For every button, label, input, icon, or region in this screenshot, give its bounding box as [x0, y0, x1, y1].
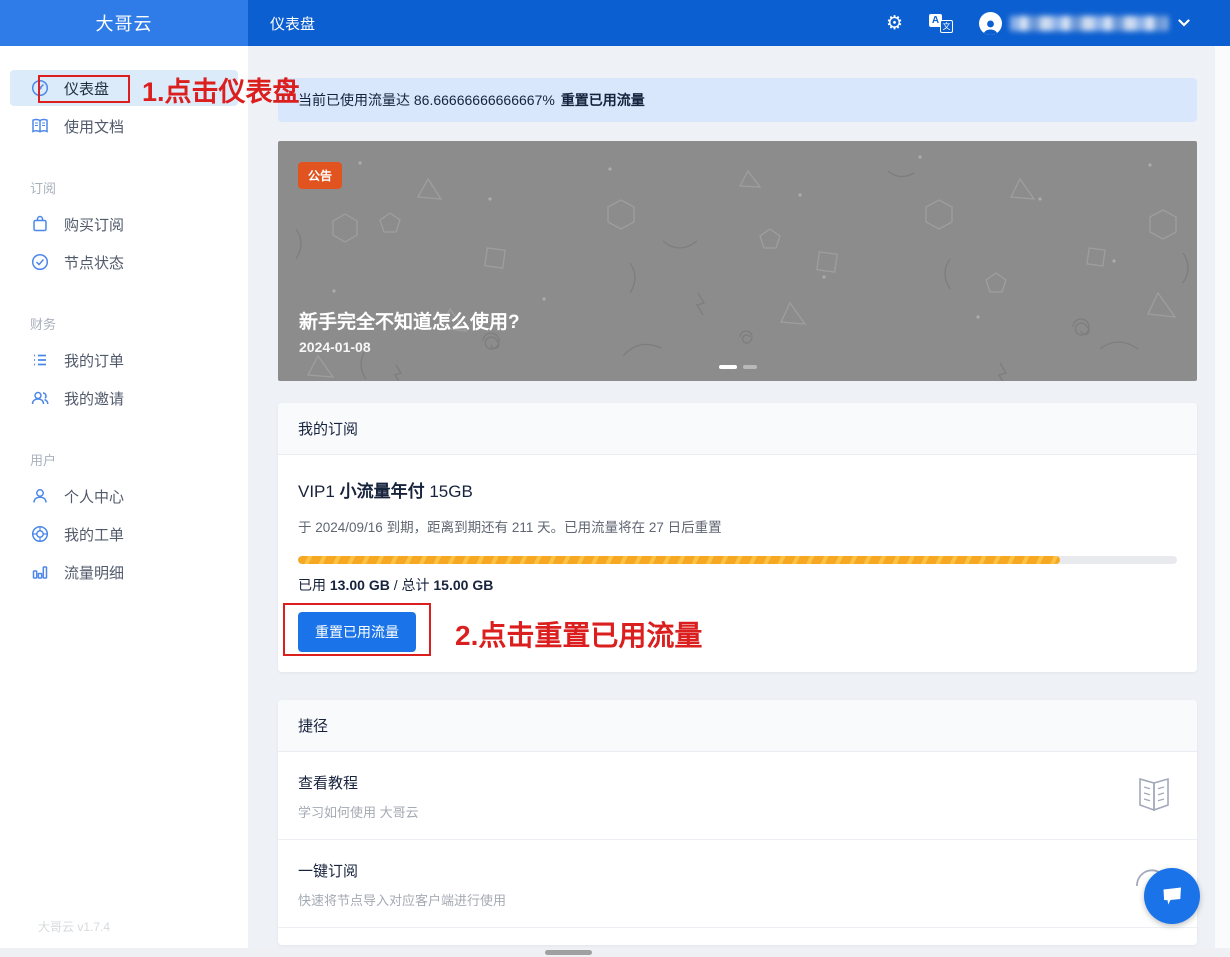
announcement-title[interactable]: 新手完全不知道怎么使用?	[299, 307, 520, 334]
shortcut-one-click-subscribe[interactable]: 一键订阅 快速将节点导入对应客户端进行使用	[278, 840, 1197, 928]
app-root: 大哥云 仪表盘 ⚙ A 文 仪表盘 使用文档 订阅 购买订阅 节点状态 财务 我…	[0, 0, 1230, 957]
plan-title: VIP1 小流量年付 15GB	[298, 482, 473, 501]
book-icon	[1135, 776, 1173, 821]
shortcuts-card-title: 捷径	[278, 700, 1197, 752]
app-version: 大哥云 v1.7.4	[38, 920, 111, 934]
horizontal-scrollbar-thumb[interactable]	[545, 950, 592, 955]
sidebar-item-label: 购买订阅	[64, 216, 125, 234]
dashboard-gauge-icon	[30, 78, 50, 98]
open-book-icon	[30, 116, 50, 136]
announcement-badge: 公告	[298, 162, 343, 189]
shopping-bag-icon	[30, 214, 50, 234]
announcement-date: 2024-01-08	[299, 339, 371, 355]
language-translate-icon[interactable]: A 文	[929, 13, 953, 33]
carousel-pagination	[718, 365, 757, 369]
brand-logo[interactable]: 大哥云	[0, 0, 248, 46]
alert-reset-link[interactable]: 重置已用流量	[561, 90, 645, 110]
alert-text: 当前已使用流量达 86.66666666666667%	[298, 92, 555, 108]
sidebar-item-label: 使用文档	[64, 118, 125, 136]
check-circle-icon	[30, 252, 50, 272]
sidebar-item-traffic-detail[interactable]: 流量明细	[10, 554, 238, 590]
usage-summary: 已用 13.00 GB / 总计 15.00 GB	[298, 577, 494, 593]
settings-gear-icon[interactable]: ⚙	[886, 14, 903, 33]
avatar	[979, 11, 1002, 35]
sidebar-item-profile[interactable]: 个人中心	[10, 478, 238, 514]
shortcut-view-tutorial[interactable]: 查看教程 学习如何使用 大哥云	[278, 752, 1197, 840]
sidebar: 仪表盘 使用文档 订阅 购买订阅 节点状态 财务 我的订单 我的邀请 用户 个人…	[0, 46, 248, 948]
sidebar-item-label: 流量明细	[64, 564, 125, 582]
reset-traffic-button[interactable]: 重置已用流量	[298, 612, 416, 652]
vertical-scrollbar-track[interactable]	[1215, 46, 1230, 957]
user-email-redacted	[1010, 15, 1168, 31]
subscription-card-title: 我的订阅	[278, 403, 1197, 455]
support-chat-button[interactable]	[1144, 868, 1200, 924]
people-icon	[30, 388, 50, 408]
translate-wen-glyph: 文	[940, 20, 953, 33]
sidebar-item-my-orders[interactable]: 我的订单	[10, 342, 238, 378]
traffic-progress-bar	[298, 556, 1177, 564]
bottom-strip	[0, 948, 1230, 957]
list-icon	[30, 350, 50, 370]
plan-expiry-text: 于 2024/09/16 到期，距离到期还有 211 天。已用流量将在 27 日…	[298, 520, 722, 535]
page-title: 仪表盘	[270, 15, 316, 33]
carousel-dot[interactable]	[742, 365, 757, 369]
sidebar-item-my-tickets[interactable]: 我的工单	[10, 516, 238, 552]
sidebar-section-finance: 财务	[30, 317, 57, 332]
sidebar-section-subscription: 订阅	[30, 181, 57, 196]
traffic-usage-alert: 当前已使用流量达 86.66666666666667% 重置已用流量	[278, 78, 1197, 122]
sidebar-item-label: 我的邀请	[64, 390, 125, 408]
sidebar-item-label: 我的工单	[64, 526, 125, 544]
sidebar-item-node-status[interactable]: 节点状态	[10, 244, 238, 280]
sidebar-item-docs[interactable]: 使用文档	[10, 108, 238, 144]
chat-bubble-icon	[1163, 887, 1181, 905]
traffic-progress-fill	[298, 556, 1060, 564]
chevron-down-icon	[1178, 19, 1190, 27]
sidebar-item-buy-subscription[interactable]: 购买订阅	[10, 206, 238, 242]
main-area: 当前已使用流量达 86.66666666666667% 重置已用流量 公告 新手…	[248, 46, 1215, 948]
bar-chart-icon	[30, 562, 50, 582]
sidebar-item-dashboard[interactable]: 仪表盘	[10, 70, 238, 106]
life-ring-icon	[30, 524, 50, 544]
banner-pattern	[295, 155, 1189, 381]
user-menu[interactable]	[979, 11, 1190, 35]
person-icon	[30, 486, 50, 506]
top-header: 大哥云 仪表盘 ⚙ A 文	[0, 0, 1230, 46]
sidebar-item-label: 个人中心	[64, 488, 125, 506]
sidebar-item-label: 我的订单	[64, 352, 125, 370]
sidebar-item-label: 仪表盘	[64, 80, 110, 98]
subscription-card: 我的订阅 VIP1 小流量年付 15GB 于 2024/09/16 到期，距离到…	[278, 403, 1197, 672]
announcement-banner[interactable]: 公告 新手完全不知道怎么使用? 2024-01-08	[278, 141, 1197, 381]
sidebar-section-user: 用户	[30, 453, 57, 468]
sidebar-item-label: 节点状态	[64, 254, 125, 272]
shortcuts-card: 捷径 查看教程 学习如何使用 大哥云 一键订阅 快速将节点导入对应客户端进行使用	[278, 700, 1197, 945]
sidebar-item-my-invites[interactable]: 我的邀请	[10, 380, 238, 416]
shortcut-row-clipped[interactable]	[278, 928, 1197, 945]
carousel-dot-active[interactable]	[718, 365, 737, 369]
